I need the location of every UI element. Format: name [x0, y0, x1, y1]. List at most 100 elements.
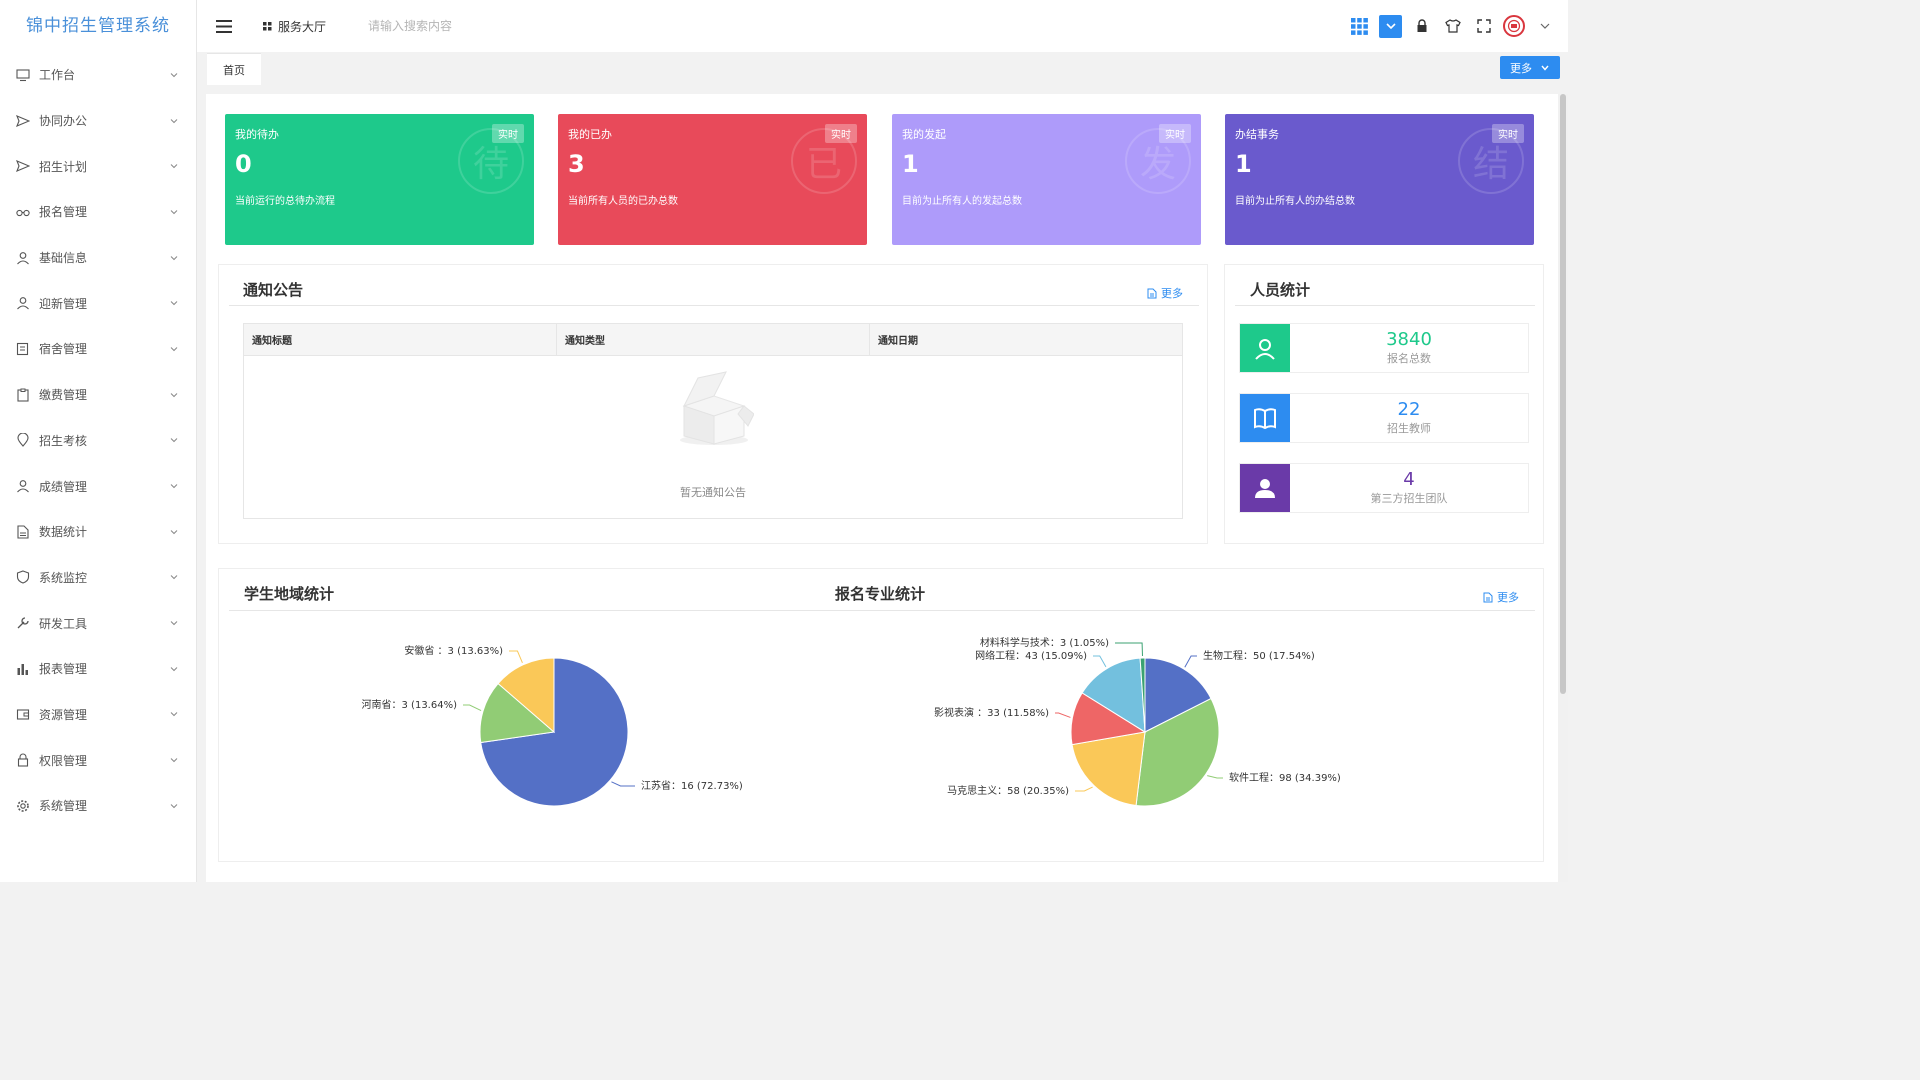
theme-button[interactable]	[1441, 15, 1464, 38]
sidebar-item-label: 成绩管理	[39, 479, 88, 494]
sidebar-item[interactable]: 成绩管理	[0, 463, 196, 509]
sidebar-item[interactable]: 研发工具	[0, 600, 196, 646]
sidebar-item[interactable]: 宿舍管理	[0, 326, 196, 372]
chevron-down-icon	[168, 115, 180, 127]
search-input[interactable]	[368, 19, 589, 33]
chevron-down-icon	[168, 297, 180, 309]
notice-panel: 通知公告 更多 通知标题 通知类型 通知日期 暂无通知公告	[218, 264, 1208, 544]
chevron-down-icon	[168, 206, 180, 218]
sidebar-item-label: 报名管理	[39, 205, 88, 220]
sidebar-item-label: 系统监控	[39, 570, 88, 585]
stat-card[interactable]: 办结事务 1 目前为止所有人的办结总数 实时结	[1225, 114, 1534, 245]
document-icon	[16, 525, 30, 539]
major-pie-chart: 生物工程：50 (17.54%) 软件工程：98 (34.39%) 马克思主义：58…	[934, 636, 1341, 807]
app-grid-button[interactable]	[1348, 15, 1371, 38]
sidebar: 锦中招生管理系统 工作台协同办公招生计划报名管理基础信息 迎新管理宿舍管理缴费管理…	[0, 0, 197, 882]
pie-label-line	[1075, 786, 1093, 792]
personnel-row: 3840 报名总数	[1239, 323, 1529, 373]
user-icon	[16, 296, 30, 310]
sidebar-menu: 工作台协同办公招生计划报名管理基础信息 迎新管理宿舍管理缴费管理 招生考核成绩管理数…	[0, 52, 196, 829]
sidebar-item[interactable]: 系统管理	[0, 783, 196, 829]
sidebar-item[interactable]: 缴费管理	[0, 372, 196, 418]
sidebar-item[interactable]: 资源管理	[0, 692, 196, 738]
hamburger-menu-button[interactable]	[197, 0, 251, 52]
stat-card-description: 目前为止所有人的发起总数	[902, 196, 1022, 207]
page-scrollbar[interactable]	[1558, 94, 1568, 882]
pie-slice-label: 软件工程：98 (34.39%)	[1229, 771, 1341, 784]
dropdown-toggle-button[interactable]	[1379, 14, 1402, 38]
user-avatar[interactable]	[1503, 15, 1525, 37]
major-chart-title: 报名专业统计	[835, 585, 926, 603]
lock-screen-button[interactable]	[1410, 15, 1433, 38]
sidebar-item[interactable]: 权限管理	[0, 737, 196, 783]
stat-card-description: 当前运行的总待办流程	[235, 196, 335, 207]
chevron-down-icon	[1540, 23, 1549, 29]
chevron-down-icon	[1541, 65, 1549, 71]
wallet-icon	[16, 707, 30, 721]
stat-card[interactable]: 我的发起 1 目前为止所有人的发起总数 实时发	[892, 114, 1201, 245]
sidebar-item-label: 数据统计	[39, 525, 88, 540]
school-emblem-icon	[1507, 19, 1521, 33]
fullscreen-icon	[1476, 19, 1491, 33]
pie-label-line	[611, 781, 635, 787]
chevron-down-icon	[168, 800, 180, 812]
notice-more-link[interactable]: 更多	[1147, 285, 1183, 301]
service-hall-button[interactable]: 服务大厅	[251, 18, 338, 35]
user-menu-button[interactable]	[1533, 15, 1556, 38]
sidebar-item[interactable]: 工作台	[0, 52, 196, 98]
chevron-down-icon	[168, 708, 180, 720]
send-icon	[16, 114, 30, 128]
stat-card-description: 目前为止所有人的办结总数	[1235, 196, 1355, 207]
app-logo-title: 锦中招生管理系统	[26, 16, 170, 36]
notice-table-header: 通知标题 通知类型 通知日期	[244, 324, 1182, 356]
sidebar-item[interactable]: 报名管理	[0, 189, 196, 235]
sidebar-item-label: 协同办公	[39, 114, 88, 129]
sidebar-item[interactable]: 招生考核	[0, 418, 196, 464]
chevron-down-icon	[168, 69, 180, 81]
pie-slice-label: 河南省：3 (13.64%)	[362, 698, 458, 711]
pie-label-line	[1055, 712, 1071, 718]
sidebar-item[interactable]: 协同办公	[0, 98, 196, 144]
stat-card-watermark: 结	[1458, 128, 1524, 194]
tool-icon	[16, 616, 30, 630]
chevron-down-icon	[168, 160, 180, 172]
sidebar-item-label: 宿舍管理	[39, 342, 88, 357]
top-header: 服务大厅	[197, 0, 1568, 52]
stat-card[interactable]: 我的待办 0 当前运行的总待办流程 实时待	[225, 114, 534, 245]
charts-panel: 学生地域统计 报名专业统计 更多 江苏省：16 (72.73%) 河南省：3 (1…	[218, 568, 1544, 862]
sidebar-item[interactable]: 迎新管理	[0, 280, 196, 326]
personnel-label: 第三方招生团队	[1370, 492, 1448, 505]
apps-grid-icon	[1351, 17, 1368, 35]
user-icon	[16, 251, 30, 265]
divider	[229, 305, 1199, 306]
column-header: 通知标题	[244, 324, 557, 355]
divider	[1235, 305, 1535, 306]
edit-icon	[16, 342, 30, 356]
notice-more-label: 更多	[1161, 287, 1183, 300]
lock-icon	[1417, 19, 1426, 32]
sidebar-item[interactable]: 基础信息	[0, 235, 196, 281]
service-hall-label: 服务大厅	[278, 19, 327, 34]
charts-more-link[interactable]: 更多	[1483, 589, 1519, 605]
fullscreen-button[interactable]	[1472, 15, 1495, 38]
book-icon	[1240, 394, 1290, 442]
tabs-more-button[interactable]: 更多	[1500, 56, 1560, 79]
pie-label-line	[1115, 642, 1143, 657]
stat-card-description: 当前所有人员的已办总数	[568, 196, 678, 207]
sidebar-item[interactable]: 招生计划	[0, 143, 196, 189]
pie-label-line	[1184, 655, 1197, 668]
pie-label-line	[1093, 655, 1107, 668]
sidebar-item[interactable]: 数据统计	[0, 509, 196, 555]
personnel-count: 4	[1403, 469, 1415, 490]
sidebar-item[interactable]: 系统监控	[0, 555, 196, 601]
personnel-label: 招生教师	[1387, 422, 1431, 435]
pie-slice-label: 影视表演 ：33 (11.58%)	[934, 706, 1049, 719]
sidebar-item[interactable]: 报表管理	[0, 646, 196, 692]
stat-card[interactable]: 我的已办 3 当前所有人员的已办总数 实时已	[558, 114, 867, 245]
tab-home[interactable]: 首页	[207, 53, 261, 85]
empty-box-illustration	[680, 371, 754, 445]
scrollbar-thumb[interactable]	[1560, 94, 1566, 694]
pie-label-line	[463, 704, 482, 712]
hamburger-icon	[216, 19, 232, 33]
pie-label-line	[509, 650, 523, 664]
